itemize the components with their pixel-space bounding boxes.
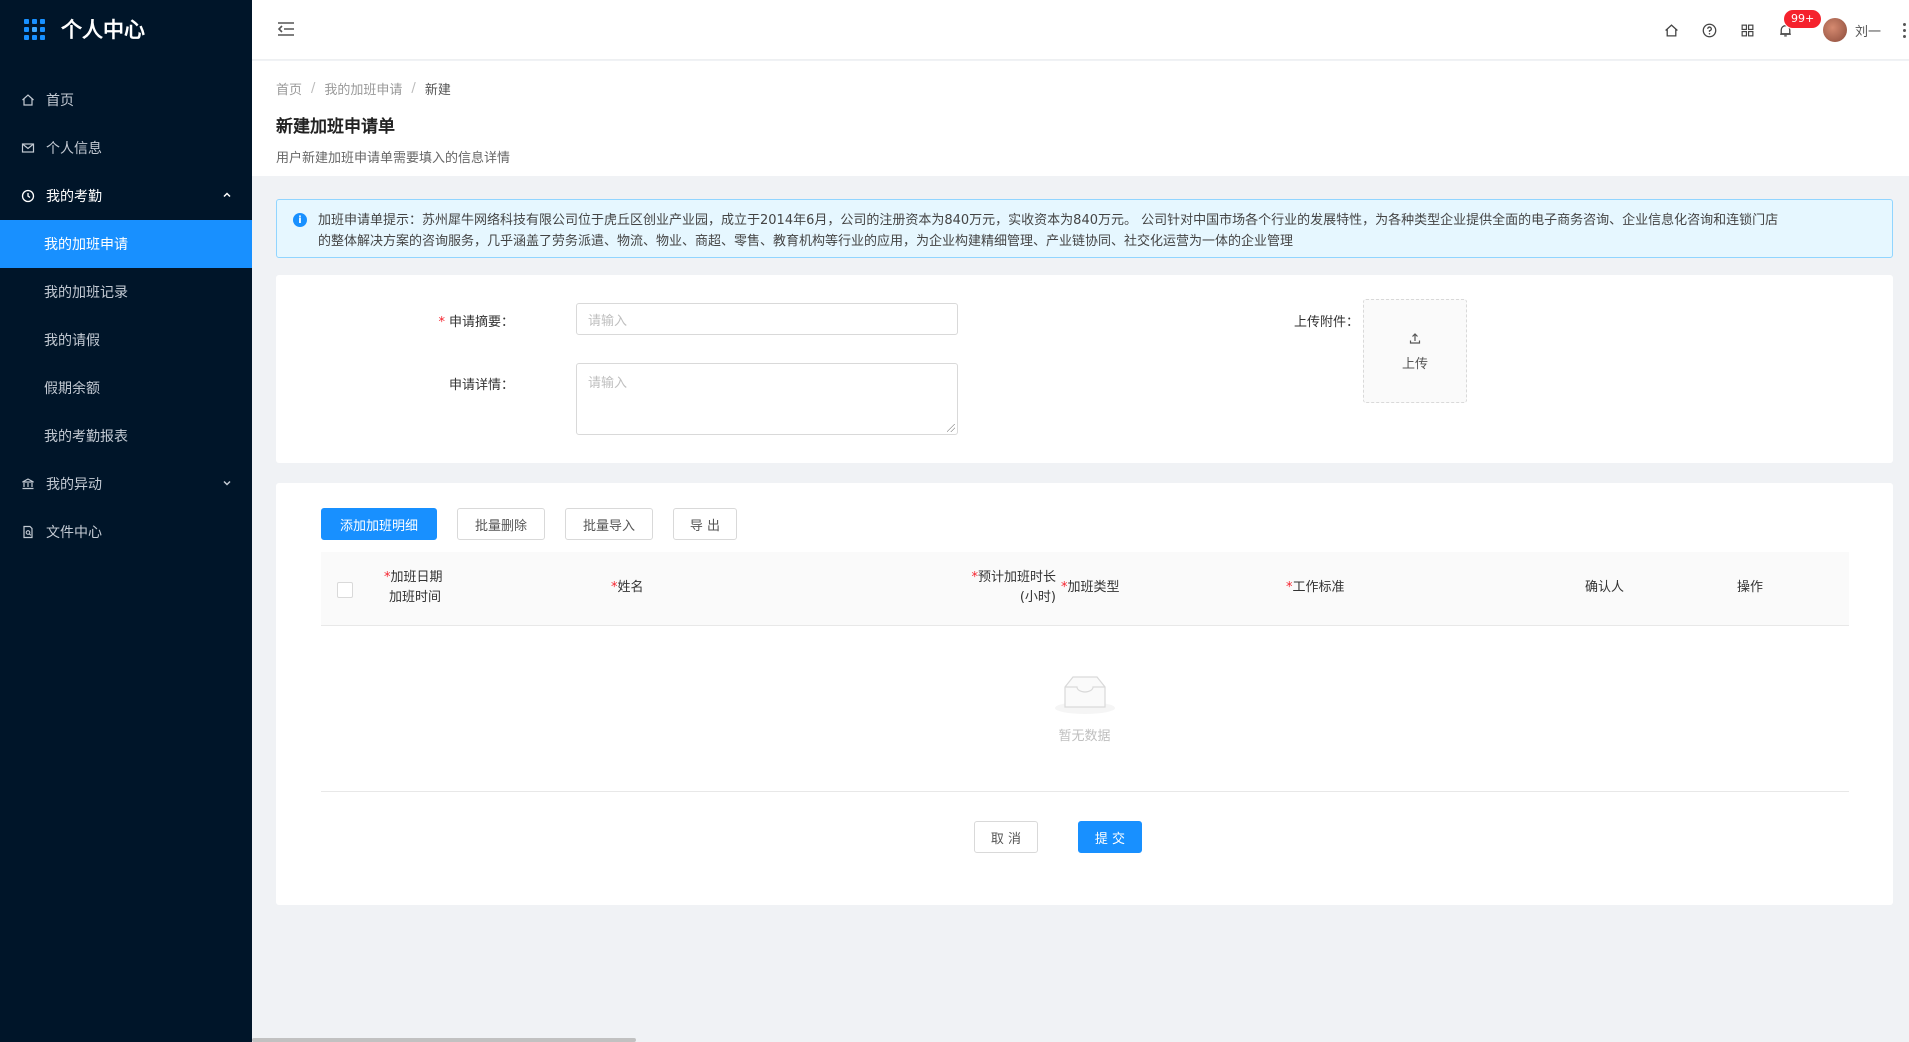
sidebar-item-files[interactable]: 文件中心 xyxy=(0,508,252,556)
batch-import-button[interactable]: 批量导入 xyxy=(565,508,653,540)
sidebar-item-label: 我的请假 xyxy=(44,333,100,349)
mail-icon xyxy=(20,140,36,156)
export-button[interactable]: 导 出 xyxy=(673,508,737,540)
batch-delete-button[interactable]: 批量删除 xyxy=(457,508,545,540)
detail-table-card: 添加加班明细 批量删除 批量导入 导 出 *加班日期 加班时间 *姓名 *预计加… xyxy=(276,483,1893,905)
logo: 个人中心 xyxy=(0,0,252,58)
empty-inbox-icon xyxy=(276,673,1893,719)
col-work-standard: *工作标准 xyxy=(1286,580,1345,595)
page-title: 新建加班申请单 xyxy=(276,117,395,137)
info-alert: i 加班申请单提示：苏州犀牛网络科技有限公司位于虎丘区创业产业园，成立于2014… xyxy=(276,199,1893,258)
apps-grid-icon xyxy=(24,18,45,40)
app-title: 个人中心 xyxy=(61,18,145,42)
summary-input[interactable]: 请输入 xyxy=(576,303,958,335)
summary-label: * 申请摘要： xyxy=(438,315,514,330)
upload-icon xyxy=(1408,331,1422,349)
upload-label: 上传 xyxy=(1401,356,1428,372)
sidebar-item-label: 我的加班申请 xyxy=(44,237,128,253)
breadcrumb-separator: / xyxy=(411,81,416,96)
resize-handle[interactable] xyxy=(947,424,955,432)
more-vertical-icon[interactable] xyxy=(1899,22,1909,38)
breadcrumb: 首页 / 我的加班申请 / 新建 xyxy=(276,79,1909,98)
home-icon xyxy=(20,92,36,108)
form-card: * 申请摘要： 请输入 申请详情： 请输入 上传附件： 上传 xyxy=(276,275,1893,463)
sidebar-item-leave[interactable]: 我的请假 xyxy=(0,316,252,364)
breadcrumb-overtime[interactable]: 我的加班申请 xyxy=(324,79,402,98)
detail-label: 申请详情： xyxy=(448,378,514,393)
sidebar-item-attendance-report[interactable]: 我的考勤报表 xyxy=(0,412,252,460)
alert-text-line-1: 加班申请单提示：苏州犀牛网络科技有限公司位于虎丘区创业产业园，成立于2014年6… xyxy=(318,213,1779,228)
detail-placeholder: 请输入 xyxy=(588,376,628,391)
menu-fold-icon[interactable] xyxy=(276,20,296,38)
divider xyxy=(321,791,1849,792)
col-overtime-date: *加班日期 加班时间 xyxy=(384,570,443,605)
horizontal-scrollbar[interactable] xyxy=(252,1038,636,1042)
info-icon: i xyxy=(293,213,307,227)
page-header: 首页 / 我的加班申请 / 新建 新建加班申请单 用户新建加班申请单需要填入的信… xyxy=(252,61,1909,176)
topbar-actions: 99+ 刘一 xyxy=(1653,0,1909,60)
topbar: 99+ 刘一 xyxy=(252,0,1909,60)
sidebar-item-leave-balance[interactable]: 假期余额 xyxy=(0,364,252,412)
sidebar: 个人中心 首页 个人信息 我的考勤 我的加班申请 我的加班记录 我的请假 假期余… xyxy=(0,0,252,1042)
sidebar-item-label: 我的考勤报表 xyxy=(44,429,128,445)
cancel-button[interactable]: 取 消 xyxy=(974,821,1038,853)
sidebar-item-label: 个人信息 xyxy=(46,141,102,157)
sidebar-item-label: 首页 xyxy=(46,93,74,109)
detail-textarea[interactable]: 请输入 xyxy=(576,363,958,435)
user-name: 刘一 xyxy=(1854,24,1881,40)
user-menu[interactable]: 刘一 xyxy=(1822,18,1881,42)
sidebar-item-attendance[interactable]: 我的考勤 xyxy=(0,172,252,220)
sidebar-item-changes[interactable]: 我的异动 xyxy=(0,460,252,508)
alert-text-line-2: 的整体解决方案的咨询服务，几乎涵盖了劳务派遣、物流、物业、商超、零售、教育机构等… xyxy=(318,234,1294,249)
add-detail-button[interactable]: 添加加班明细 xyxy=(321,508,437,540)
sidebar-item-label: 我的考勤 xyxy=(46,189,102,205)
breadcrumb-current: 新建 xyxy=(424,83,451,98)
submit-button[interactable]: 提 交 xyxy=(1078,821,1142,853)
chevron-down-icon xyxy=(222,476,232,492)
table-header: *加班日期 加班时间 *姓名 *预计加班时长 (小时) *加班类型 *工作标准 … xyxy=(321,552,1849,626)
avatar xyxy=(1822,18,1847,42)
page-description: 用户新建加班申请单需要填入的信息详情 xyxy=(276,151,511,166)
file-search-icon xyxy=(20,524,36,540)
breadcrumb-separator: / xyxy=(311,81,316,96)
col-confirmer: 确认人 xyxy=(1585,580,1625,595)
empty-state: 暂无数据 xyxy=(276,673,1893,744)
sidebar-item-profile[interactable]: 个人信息 xyxy=(0,124,252,172)
bell-icon[interactable]: 99+ xyxy=(1767,9,1823,49)
col-name: *姓名 xyxy=(611,580,644,595)
help-icon[interactable] xyxy=(1691,11,1729,49)
sidebar-item-overtime-records[interactable]: 我的加班记录 xyxy=(0,268,252,316)
breadcrumb-home[interactable]: 首页 xyxy=(276,79,302,98)
col-estimated-hours: *预计加班时长 (小时) xyxy=(971,570,1056,605)
sidebar-item-overtime-application[interactable]: 我的加班申请 xyxy=(0,220,252,268)
clock-icon xyxy=(20,188,36,204)
sidebar-item-label: 我的异动 xyxy=(46,477,102,493)
chevron-up-icon xyxy=(222,188,232,204)
bank-icon xyxy=(20,476,36,492)
col-overtime-type: *加班类型 xyxy=(1061,580,1120,595)
select-all-checkbox[interactable] xyxy=(337,582,353,598)
required-mark: * xyxy=(438,315,445,330)
sidebar-item-label: 我的加班记录 xyxy=(44,285,128,301)
empty-text: 暂无数据 xyxy=(1058,729,1111,744)
apps-icon[interactable] xyxy=(1729,11,1767,49)
sidebar-menu: 首页 个人信息 我的考勤 我的加班申请 我的加班记录 我的请假 假期余额 我的考… xyxy=(0,76,252,556)
notification-badge: 99+ xyxy=(1782,9,1823,29)
sidebar-item-home[interactable]: 首页 xyxy=(0,76,252,124)
attachment-label: 上传附件： xyxy=(1293,315,1359,330)
summary-placeholder: 请输入 xyxy=(588,313,628,329)
upload-button[interactable]: 上传 xyxy=(1363,299,1467,403)
col-action: 操作 xyxy=(1737,580,1764,595)
home-icon[interactable] xyxy=(1653,11,1691,49)
sidebar-item-label: 假期余额 xyxy=(44,381,100,397)
sidebar-item-label: 文件中心 xyxy=(46,525,102,541)
